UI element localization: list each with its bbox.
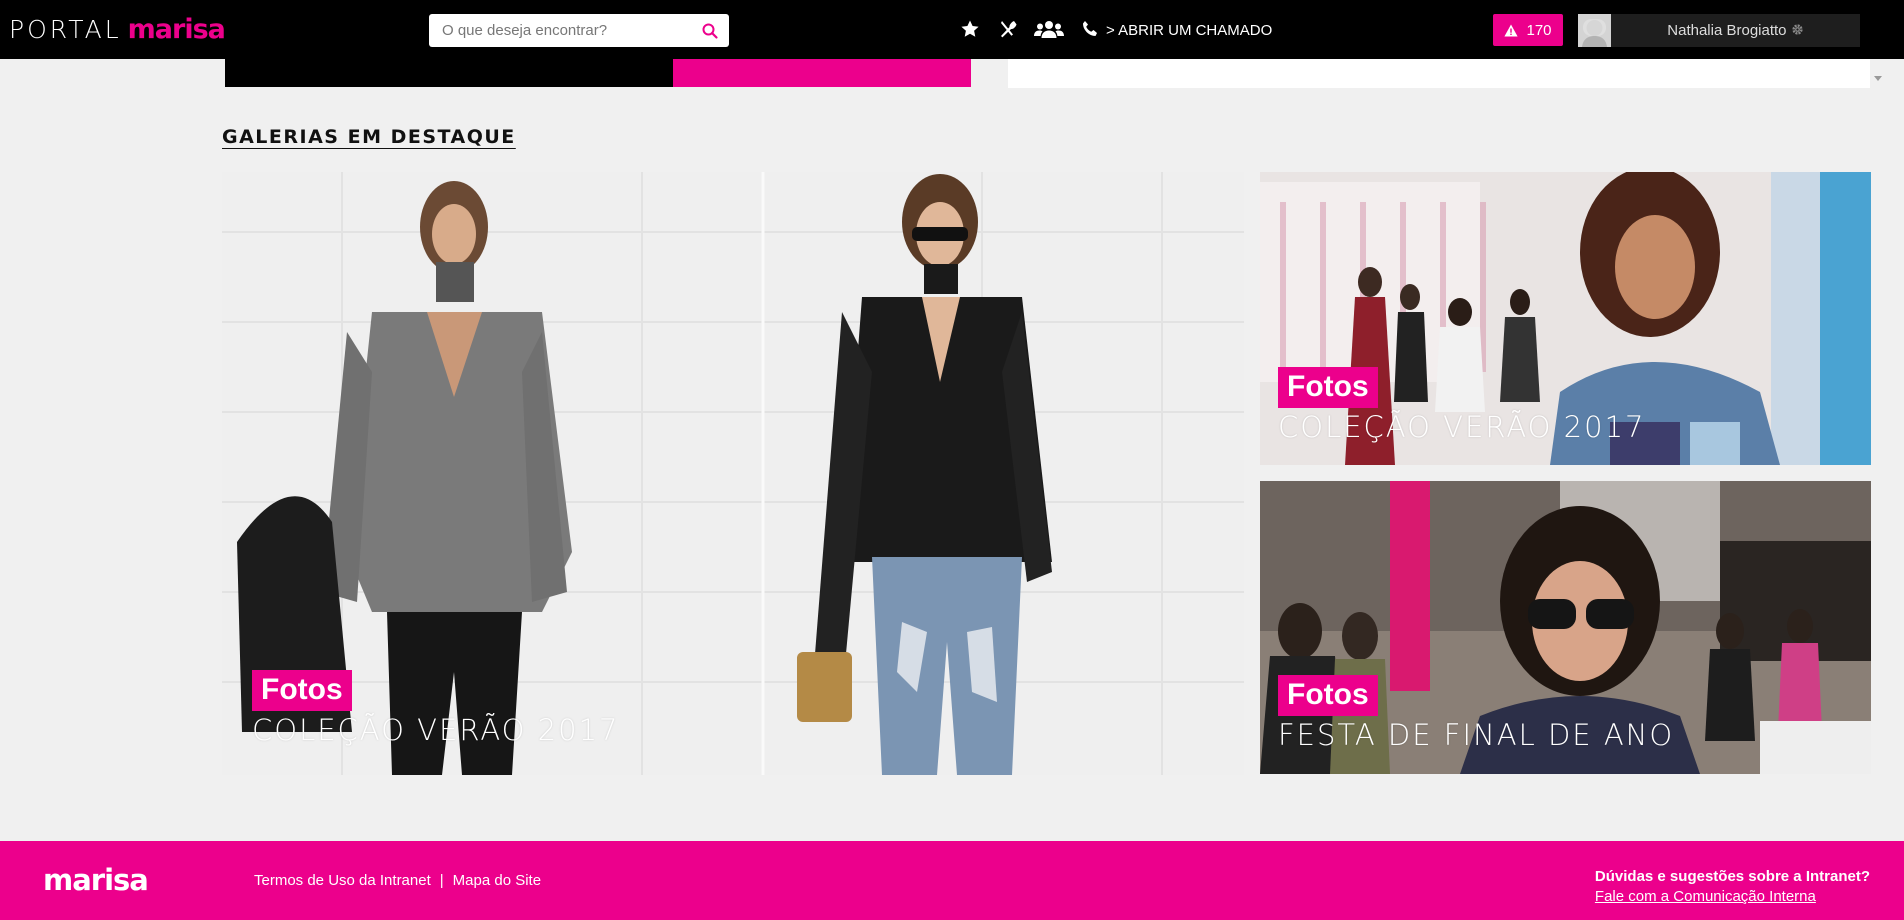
quick-links [958, 17, 1102, 41]
tile-caption: Fotos FESTA DE FINAL DE ANO [1278, 675, 1674, 752]
gear-icon[interactable] [1791, 23, 1804, 36]
gallery-tile-festa-final-de-ano[interactable]: Fotos FESTA DE FINAL DE ANO [1260, 481, 1871, 774]
star-icon[interactable] [958, 17, 982, 41]
contact-communication-link[interactable]: Fale com a Comunicação Interna [1595, 888, 1870, 905]
content-panel [1008, 59, 1870, 88]
portal-logo[interactable]: PORTAL marisa [9, 14, 226, 46]
phone-icon[interactable] [1078, 17, 1102, 41]
alerts-button[interactable]: 170 [1493, 14, 1563, 46]
gallery-title: COLEÇÃO VERÃO 2017 [252, 713, 620, 747]
banner-strip-pink [673, 59, 971, 87]
sitemap-link[interactable]: Mapa do Site [453, 872, 541, 889]
user-name-wrap: Nathalia Brogiatto [1611, 22, 1860, 39]
user-name: Nathalia Brogiatto [1667, 22, 1787, 39]
footer-links: Termos de Uso da Intranet | Mapa do Site [254, 872, 541, 889]
gallery-tile-colecao-verao-large[interactable]: Fotos COLEÇÃO VERÃO 2017 [222, 172, 1244, 775]
users-icon[interactable] [1034, 17, 1064, 41]
gallery-tile-colecao-verao[interactable]: Fotos COLEÇÃO VERÃO 2017 [1260, 172, 1871, 465]
scroll-down-arrow[interactable] [1874, 76, 1882, 81]
terms-link[interactable]: Termos de Uso da Intranet [254, 872, 431, 889]
alerts-count: 170 [1526, 21, 1552, 39]
search-input[interactable] [429, 14, 689, 47]
section-title-gallery: GALERIAS EM DESTAQUE [222, 126, 516, 148]
help-question: Dúvidas e sugestões sobre a Intranet? [1594, 868, 1870, 885]
warning-icon [1504, 24, 1519, 36]
tile-caption: Fotos COLEÇÃO VERÃO 2017 [252, 670, 620, 747]
gallery-title: FESTA DE FINAL DE ANO [1278, 718, 1675, 752]
fotos-badge: Fotos [1278, 367, 1378, 408]
search-box [429, 14, 729, 47]
logo-portal-text: PORTAL [9, 15, 122, 44]
search-icon[interactable] [701, 22, 719, 40]
user-menu[interactable]: Nathalia Brogiatto [1578, 14, 1860, 47]
top-navbar: PORTAL marisa > ABRIR UM CHAMADO 170 N [0, 0, 1904, 59]
utensils-icon[interactable] [996, 17, 1020, 41]
gallery-title: COLEÇÃO VERÃO 2017 [1278, 410, 1646, 444]
footer: marisa Termos de Uso da Intranet | Mapa … [0, 841, 1904, 920]
tile-caption: Fotos COLEÇÃO VERÃO 2017 [1278, 367, 1646, 444]
banner-strip-dark [225, 59, 673, 87]
footer-logo[interactable]: marisa [43, 863, 149, 897]
fotos-badge: Fotos [1278, 675, 1378, 716]
footer-help: Dúvidas e sugestões sobre a Intranet? Fa… [1595, 868, 1870, 905]
footer-separator: | [439, 872, 444, 889]
avatar [1578, 14, 1611, 47]
fotos-badge: Fotos [252, 670, 352, 711]
logo-brand-text: marisa [127, 14, 226, 45]
open-ticket-link[interactable]: > ABRIR UM CHAMADO [1106, 22, 1272, 39]
